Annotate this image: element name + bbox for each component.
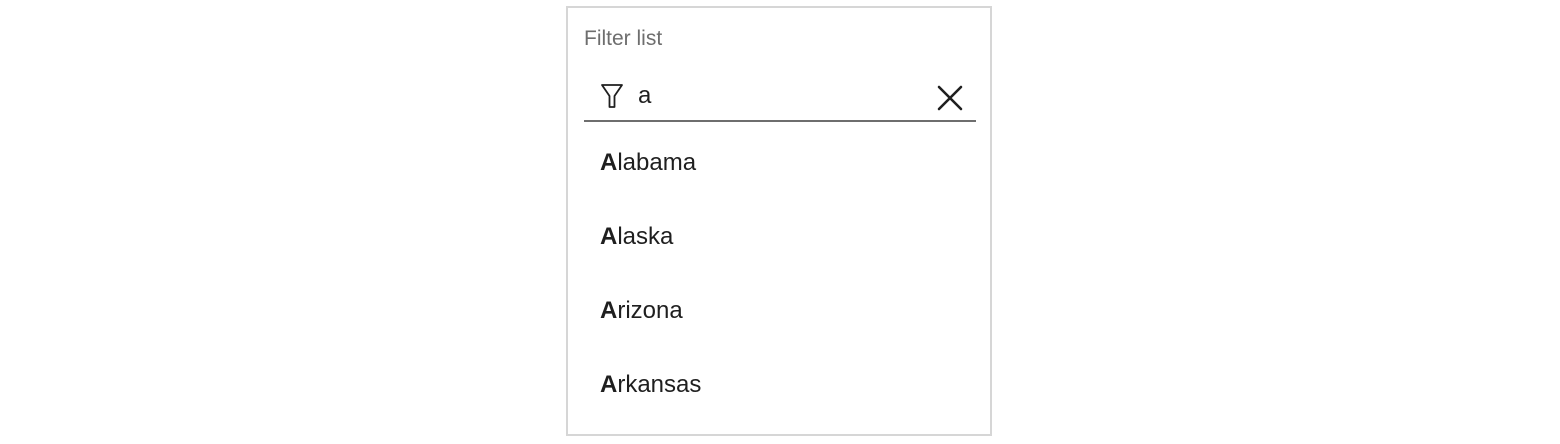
filter-list-panel: Filter list Alabama Alaska Arizona Arkan… (566, 6, 992, 436)
filter-icon (601, 84, 623, 108)
item-label: laska (617, 223, 674, 250)
clear-icon[interactable] (934, 82, 966, 114)
panel-title: Filter list (584, 27, 663, 50)
list-item[interactable]: Arizona (584, 276, 976, 350)
item-label: labama (617, 149, 697, 176)
match-highlight: A (600, 371, 618, 398)
item-label: rizona (617, 297, 683, 324)
match-highlight: A (600, 149, 618, 176)
list-item[interactable]: Alaska (584, 202, 976, 276)
filter-input[interactable] (638, 80, 918, 112)
item-label: rkansas (617, 371, 702, 398)
filtered-list: Alabama Alaska Arizona Arkansas (584, 128, 976, 424)
list-item[interactable]: Alabama (584, 128, 976, 202)
filter-field (584, 74, 976, 122)
list-item[interactable]: Arkansas (584, 350, 976, 424)
match-highlight: A (600, 223, 618, 250)
match-highlight: A (600, 297, 618, 324)
